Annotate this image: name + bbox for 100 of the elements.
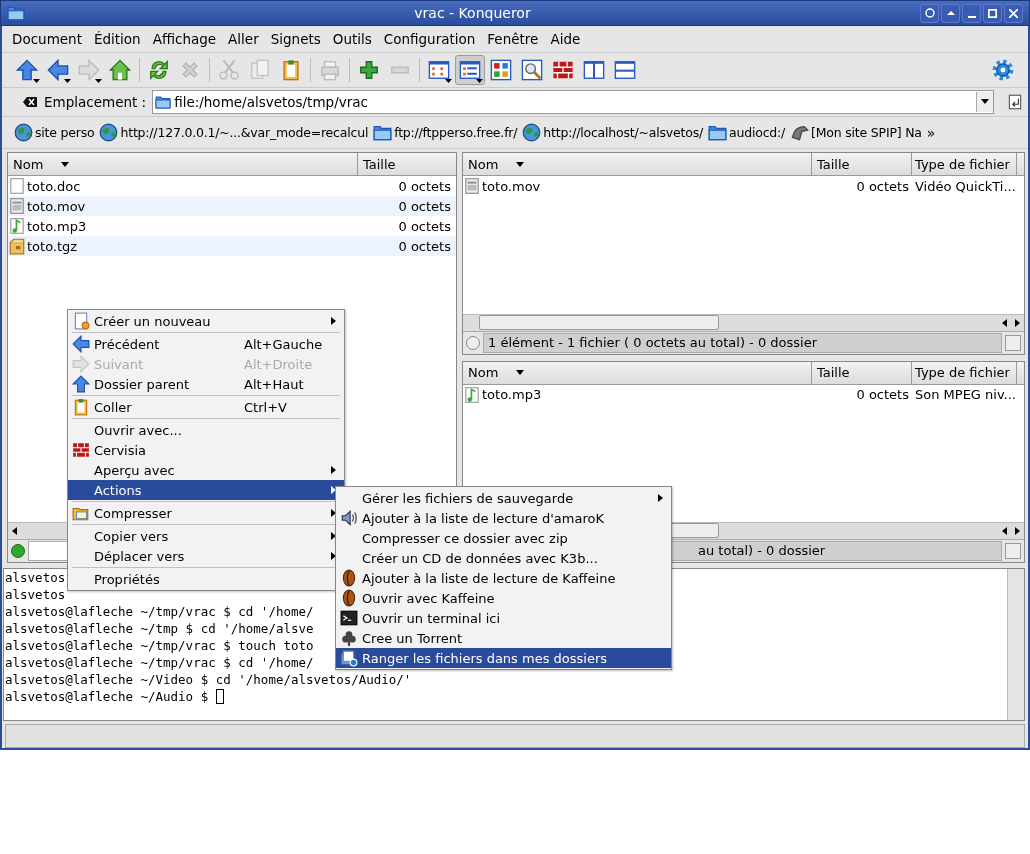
minimize-icon xyxy=(967,15,976,18)
globe-icon[interactable] xyxy=(522,123,542,143)
folder-icon xyxy=(7,4,25,22)
file-size: 0 octets xyxy=(397,179,452,194)
terminal-line: alsvetos xyxy=(5,586,66,602)
close-button[interactable] xyxy=(1004,3,1023,23)
scroll-left-icon[interactable] xyxy=(1002,318,1007,327)
menu-item[interactable]: Créer un nouveau xyxy=(68,311,344,331)
folder-icon[interactable] xyxy=(373,123,393,143)
menu-item[interactable]: Ranger les fichiers dans mes dossiers xyxy=(336,648,671,668)
file-name: toto.mp3 xyxy=(27,219,87,234)
file-row[interactable]: toto.tgz 0 octets xyxy=(8,236,456,257)
column-header[interactable]: Taille xyxy=(812,153,912,176)
bookmark-icon[interactable] xyxy=(790,123,810,143)
menu-item[interactable]: Édition xyxy=(87,30,147,47)
menu-item[interactable]: Document xyxy=(6,30,88,47)
status-text: au total) - 0 dossier xyxy=(698,543,826,559)
caret-icon xyxy=(476,78,483,83)
file-row[interactable]: toto.mp3 0 octets Son MPEG niv... xyxy=(463,384,1024,405)
menu-item[interactable]: Signets xyxy=(264,30,327,47)
column-header[interactable]: Nom xyxy=(8,153,358,176)
bookmark-link[interactable]: audiocd:/ xyxy=(729,125,786,141)
file-size: 0 octets xyxy=(855,179,910,194)
menu-item[interactable]: Ouvrir avec... xyxy=(68,420,344,440)
menu-item[interactable]: Ajouter à la liste de lecture de Kaffeine xyxy=(336,568,671,588)
menu-item[interactable]: Aperçu avec xyxy=(68,460,344,480)
shade-button[interactable] xyxy=(941,3,960,23)
menu-item[interactable]: Actions xyxy=(68,480,344,500)
menu-item[interactable]: Cervisia xyxy=(68,440,344,460)
menu-button[interactable] xyxy=(920,3,939,23)
menu-item[interactable]: Ouvrir avec Kaffeine xyxy=(336,588,671,608)
bookmark-link[interactable]: http://localhost/~alsvetos/ xyxy=(543,125,703,141)
file-row[interactable]: toto.mp3 0 octets xyxy=(8,216,456,237)
shade-icon xyxy=(946,11,955,15)
menu-item[interactable]: Ouvrir un terminal ici xyxy=(336,608,671,628)
terminal-icon xyxy=(340,609,358,627)
column-header[interactable]: Type de fichier xyxy=(912,153,1017,176)
toggle-box[interactable] xyxy=(1005,334,1021,351)
menu-item[interactable]: Dossier parent Alt+Haut xyxy=(68,374,344,394)
scrollbar-thumb[interactable] xyxy=(479,315,719,331)
menu-item[interactable]: Fenêtre xyxy=(481,30,545,47)
file-row[interactable]: toto.doc 0 octets xyxy=(8,176,456,197)
terminal-line: alsvetos@lafleche ~/Video $ cd '/home/alsvetos/Audio/' xyxy=(5,671,412,687)
dropdown-button[interactable] xyxy=(976,91,993,112)
maximize-icon xyxy=(988,8,997,18)
menu-item[interactable]: Affichage xyxy=(146,30,223,47)
file-row[interactable]: toto.mov 0 octets xyxy=(8,196,456,217)
file-size: 0 octets xyxy=(855,387,910,403)
vertical-scrollbar[interactable] xyxy=(1007,568,1024,721)
scroll-left-icon[interactable] xyxy=(1002,526,1007,535)
menu-item[interactable]: Outils xyxy=(326,30,378,47)
bookmark-link[interactable]: [Mon site SPIP] Na xyxy=(811,125,922,141)
menu-item[interactable]: Précédent Alt+Gauche xyxy=(68,334,344,354)
terminal-line: alsvetos@lafleche ~/tmp/vrac $ cd '/home/ xyxy=(5,603,314,619)
column-header[interactable]: Type de fichier xyxy=(912,361,1017,384)
minimize-button[interactable] xyxy=(962,3,981,23)
menu-item[interactable]: Configuration xyxy=(377,30,482,47)
caret-icon xyxy=(33,78,40,83)
file-name: toto.mp3 xyxy=(482,387,542,403)
menu-item[interactable]: Cree un Torrent xyxy=(336,628,671,648)
submenu-arrow-icon xyxy=(331,486,336,494)
menu-item[interactable]: Compresser ce dossier avec zip xyxy=(336,528,671,548)
scroll-right-icon[interactable] xyxy=(1015,526,1020,535)
submenu-arrow-icon xyxy=(331,509,336,517)
sort-arrow-icon xyxy=(516,370,525,376)
file-size: 0 octets xyxy=(397,219,452,234)
menu-item[interactable]: Coller Ctrl+V xyxy=(68,397,344,417)
location-label: Emplacement : xyxy=(44,93,147,110)
more-bookmarks-button[interactable]: » xyxy=(926,124,936,141)
globe-icon[interactable] xyxy=(14,123,33,143)
submenu-arrow-icon xyxy=(331,532,336,540)
file-type: Son MPEG niv... xyxy=(914,387,1017,403)
scroll-right-icon[interactable] xyxy=(1015,318,1020,327)
terminal-line: alsvetos@lafleche ~/Audio $ xyxy=(5,688,210,704)
column-header[interactable]: Nom xyxy=(463,361,812,384)
submenu-arrow-icon xyxy=(331,552,336,560)
menu-item[interactable]: Aller xyxy=(222,30,265,47)
column-header[interactable]: Taille xyxy=(812,361,912,384)
bookmark-link[interactable]: site perso xyxy=(35,125,95,141)
globe-icon[interactable] xyxy=(99,123,119,143)
speaker-icon xyxy=(340,509,358,527)
folder-icon[interactable] xyxy=(708,123,727,143)
go-icon[interactable] xyxy=(1006,92,1024,111)
maximize-button[interactable] xyxy=(983,3,1002,23)
bookmark-link[interactable]: http://127.0.0.1/~...&var_mode=recalcul xyxy=(120,125,369,141)
bricks-icon xyxy=(72,441,90,459)
file-row[interactable]: toto.mov 0 octets Vidéo QuickTi... xyxy=(463,176,1024,197)
column-header[interactable]: Nom xyxy=(463,153,812,176)
submenu-arrow-icon xyxy=(658,494,663,502)
location-field[interactable]: file:/home/alsvetos/tmp/vrac xyxy=(152,89,994,114)
file-size: 0 octets xyxy=(397,239,452,254)
toggle-box[interactable] xyxy=(1005,542,1021,559)
scroll-left-icon[interactable] xyxy=(12,526,17,535)
column-header[interactable]: Taille xyxy=(358,153,454,176)
menu-item[interactable]: Aide xyxy=(544,30,587,47)
menu-item[interactable]: Ajouter à la liste de lecture d'amaroK xyxy=(336,508,671,528)
location-value: file:/home/alsvetos/tmp/vrac xyxy=(174,93,369,110)
bookmark-link[interactable]: ftp://ftpperso.free.fr/ xyxy=(394,125,518,141)
menu-item[interactable]: Créer un CD de données avec K3b... xyxy=(336,548,671,568)
submenu-arrow-icon xyxy=(331,466,336,474)
